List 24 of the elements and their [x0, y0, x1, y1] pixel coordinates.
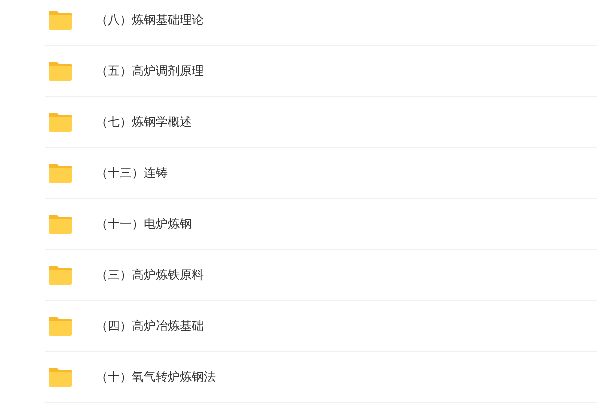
folder-name: （三）高炉炼铁原料	[96, 267, 204, 284]
folder-row[interactable]: （八）炼钢基础理论	[45, 0, 597, 46]
folder-row[interactable]: （七）炼钢学概述	[45, 97, 597, 148]
folder-icon	[48, 316, 73, 336]
folder-name: （十一）电炉炼钢	[96, 216, 192, 233]
folder-name: （十三）连铸	[96, 165, 168, 182]
folder-name: （十）氧气转炉炼钢法	[96, 369, 216, 386]
folder-icon	[48, 264, 73, 286]
folder-icon	[48, 162, 73, 184]
folder-row[interactable]: （四）高炉冶炼基础	[45, 301, 597, 352]
folder-name: （四）高炉冶炼基础	[96, 318, 204, 335]
folder-name: （八）炼钢基础理论	[96, 12, 204, 29]
folder-row[interactable]: （五）高炉调剂原理	[45, 46, 597, 97]
folder-icon	[48, 10, 73, 30]
folder-icon	[48, 214, 73, 234]
folder-row[interactable]: （十三）连铸	[45, 148, 597, 199]
folder-name: （五）高炉调剂原理	[96, 63, 204, 80]
folder-row[interactable]: （十）氧气转炉炼钢法	[45, 352, 597, 403]
folder-row[interactable]: （十一）电炉炼钢	[45, 199, 597, 250]
folder-name: （七）炼钢学概述	[96, 114, 192, 131]
folder-icon	[48, 366, 73, 388]
folder-row[interactable]: （三）高炉炼铁原料	[45, 250, 597, 301]
folder-icon	[48, 112, 73, 132]
folder-icon	[48, 60, 73, 82]
